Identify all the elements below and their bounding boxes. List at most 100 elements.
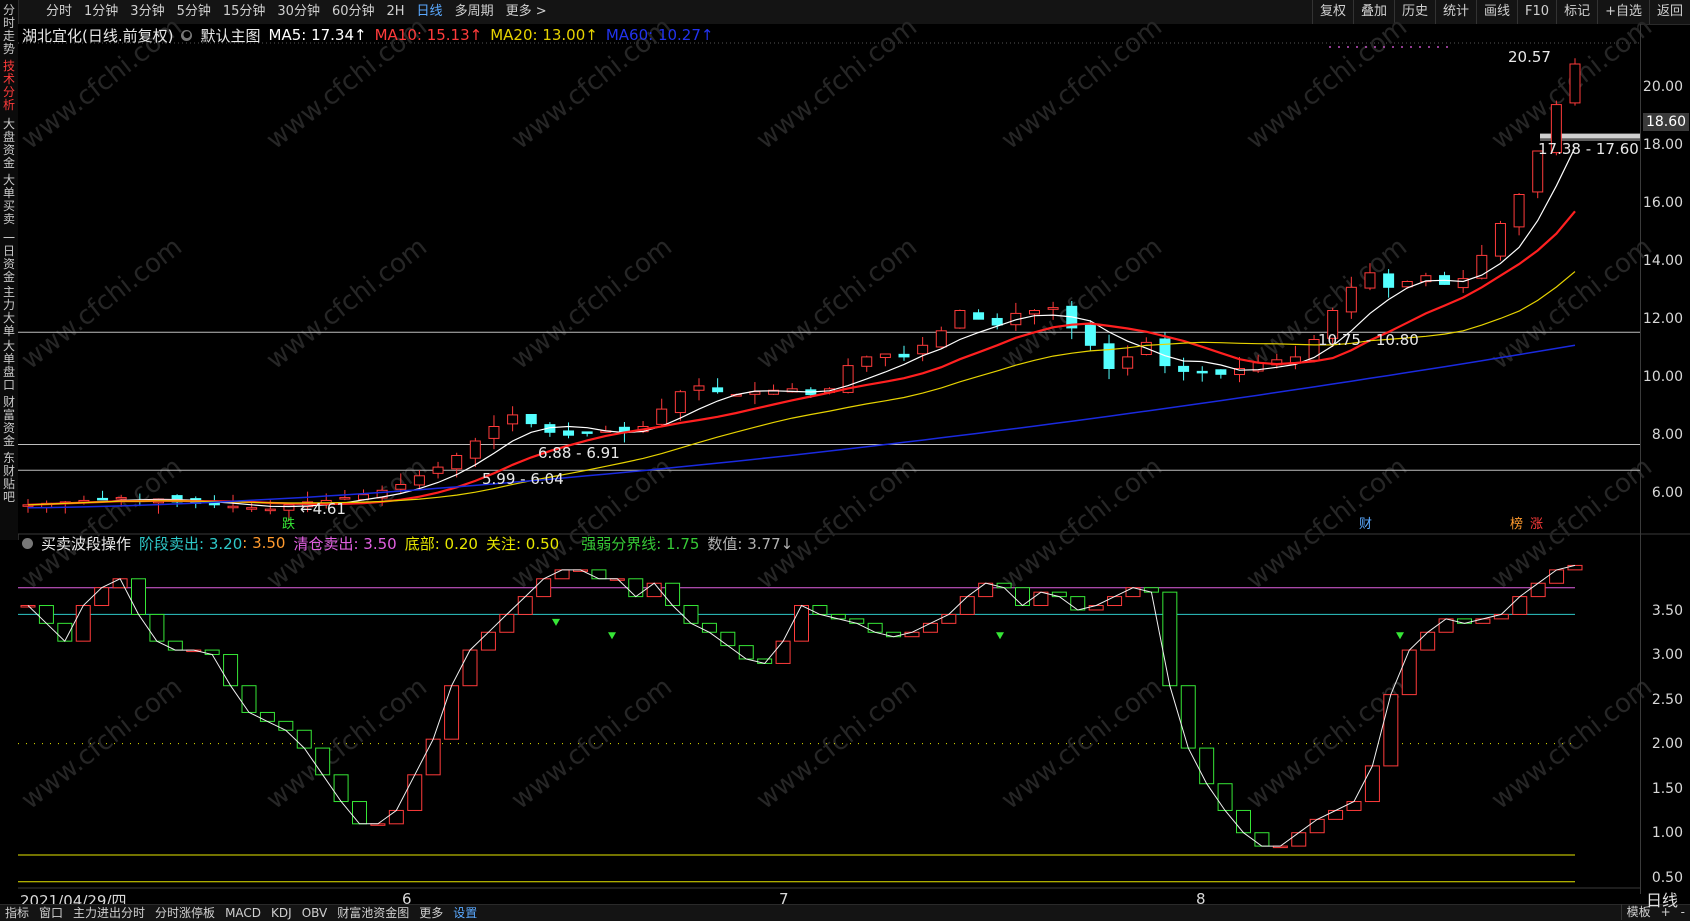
candle-body [991, 317, 1003, 326]
candle-body [97, 497, 109, 501]
template-icon[interactable]: ● [181, 29, 193, 41]
wave-bar [499, 613, 515, 633]
bottom-tab-0[interactable]: 指标 [0, 905, 34, 921]
watermark-text: www.cfchi.com [996, 672, 1168, 816]
sell-arrow-2 [996, 632, 1004, 640]
candle-body [1178, 365, 1190, 372]
wave-bar [1383, 694, 1399, 767]
indicator-tick-1: 3.00 [1651, 647, 1683, 663]
wave-bar [259, 711, 275, 722]
bottom-tab-7[interactable]: 财富池资金图 [332, 905, 414, 921]
wave-bar [131, 578, 146, 615]
top-marker [1347, 46, 1349, 48]
watermark-text: www.cfchi.com [751, 672, 923, 816]
indicator-name[interactable]: 买卖波段操作 [41, 533, 131, 554]
price-tick-5: 10.00 [1642, 369, 1683, 385]
top-marker [1437, 46, 1439, 48]
price-axis: 20.00 18.00 16.00 14.00 12.00 10.00 8.00 6.00 18… [1640, 24, 1690, 894]
wave-bar [1309, 818, 1325, 834]
wave-bar [959, 596, 975, 615]
indicator-tick-4: 1.50 [1651, 781, 1683, 797]
bottom-label: 底部: 0.20 [404, 534, 478, 553]
candle-body [432, 466, 444, 474]
wave-bar [480, 631, 496, 651]
bottom-tab-5[interactable]: KDJ [266, 905, 297, 921]
wave-bar [444, 685, 460, 740]
top-marker [1383, 46, 1385, 48]
period-indicator: 日线 [1646, 891, 1679, 910]
wave-bar [1346, 801, 1362, 811]
wave-bar [241, 685, 257, 713]
top-marker [1446, 46, 1448, 48]
candle-body [917, 344, 929, 355]
candle-body [227, 505, 239, 509]
candle-body [1494, 223, 1506, 257]
candle-body [1569, 63, 1581, 104]
sell-arrow-3 [1396, 632, 1404, 640]
bottom-tab-6[interactable]: OBV [297, 905, 333, 921]
candle-body [469, 440, 481, 459]
candle-body [1122, 356, 1134, 369]
top-marker [1419, 46, 1421, 48]
strength-label: 强弱分界线: 1.75 [581, 534, 700, 553]
top-marker [1374, 46, 1376, 48]
top-marker [1329, 46, 1331, 48]
top-marker [1365, 46, 1367, 48]
candle-body [935, 330, 947, 348]
wave-bar [665, 582, 681, 607]
sell-arrow-0 [552, 618, 560, 626]
kline-chart[interactable]: www.cfchi.com www.cfchi.com www.cfchi.com w… [0, 0, 1690, 920]
stock-title[interactable]: 湖北宜化(日线.前复权) [22, 25, 173, 46]
candle-body [264, 508, 276, 512]
wave-bar [333, 774, 349, 803]
clear-sell-label: 清仓卖出: 3.50 [293, 534, 397, 553]
watermark-text: www.cfchi.com [1486, 672, 1658, 816]
candle-body [1196, 370, 1208, 374]
candle-body [861, 356, 873, 367]
wave-bar [1420, 631, 1436, 651]
top-marker [1338, 46, 1340, 48]
wave-bar [278, 720, 294, 731]
indicator-tick-3: 2.00 [1651, 736, 1683, 752]
bottom-tab-2[interactable]: 主力进出分时 [68, 905, 150, 921]
wave-bar [1162, 591, 1178, 687]
gap-label-3: 6.88 - 6.91 [538, 444, 620, 462]
bottom-tab-1[interactable]: 窗口 [34, 905, 68, 921]
wave-bar [720, 631, 736, 647]
bottom-tab-3[interactable]: 分时涨停板 [150, 905, 220, 921]
top-marker [1392, 46, 1394, 48]
candle-body [879, 353, 891, 359]
bottom-tab-4[interactable]: MACD [220, 905, 266, 921]
wave-bar [1401, 649, 1417, 696]
bottom-tab-9[interactable]: 设置 [448, 905, 482, 921]
candle-body [283, 504, 295, 511]
candle-body [1364, 272, 1376, 289]
wave-bar [167, 640, 183, 651]
candle-body [339, 497, 351, 500]
wave-bar [775, 640, 791, 664]
wave-bar [1217, 783, 1233, 811]
wave-bar [996, 582, 1012, 589]
wave-bar [1457, 618, 1472, 624]
wave-bar [149, 613, 165, 642]
candle-body [674, 391, 686, 414]
price-tick-1: 18.00 [1642, 137, 1683, 153]
price-tick-7: 6.00 [1651, 485, 1683, 501]
wave-bar [1180, 685, 1196, 749]
template-label[interactable]: 默认主图 [200, 25, 260, 46]
top-marker [1401, 46, 1403, 48]
price-tick-4: 12.00 [1642, 311, 1683, 327]
wave-bar [462, 649, 478, 687]
wave-bar [591, 569, 607, 580]
bottom-tab-bar: 指标 窗口 主力进出分时 分时涨停板 MACD KDJ OBV 财富池资金图 更多 设置 [0, 904, 1690, 921]
candle-body [954, 310, 966, 329]
ma10-label: MA10: 15.13↑ [374, 26, 483, 44]
candle-body [1084, 324, 1096, 346]
indicator-settings-icon[interactable] [22, 537, 33, 549]
main-chart-legend: 湖北宜化(日线.前复权) ● 默认主图 MA5: 17.34↑ MA10: 15… [22, 24, 713, 46]
wave-bar [683, 605, 699, 624]
wave-bar [1199, 747, 1215, 785]
wave-bar [536, 578, 552, 598]
wave-bar [388, 809, 404, 825]
bottom-tab-8[interactable]: 更多 [414, 905, 448, 921]
